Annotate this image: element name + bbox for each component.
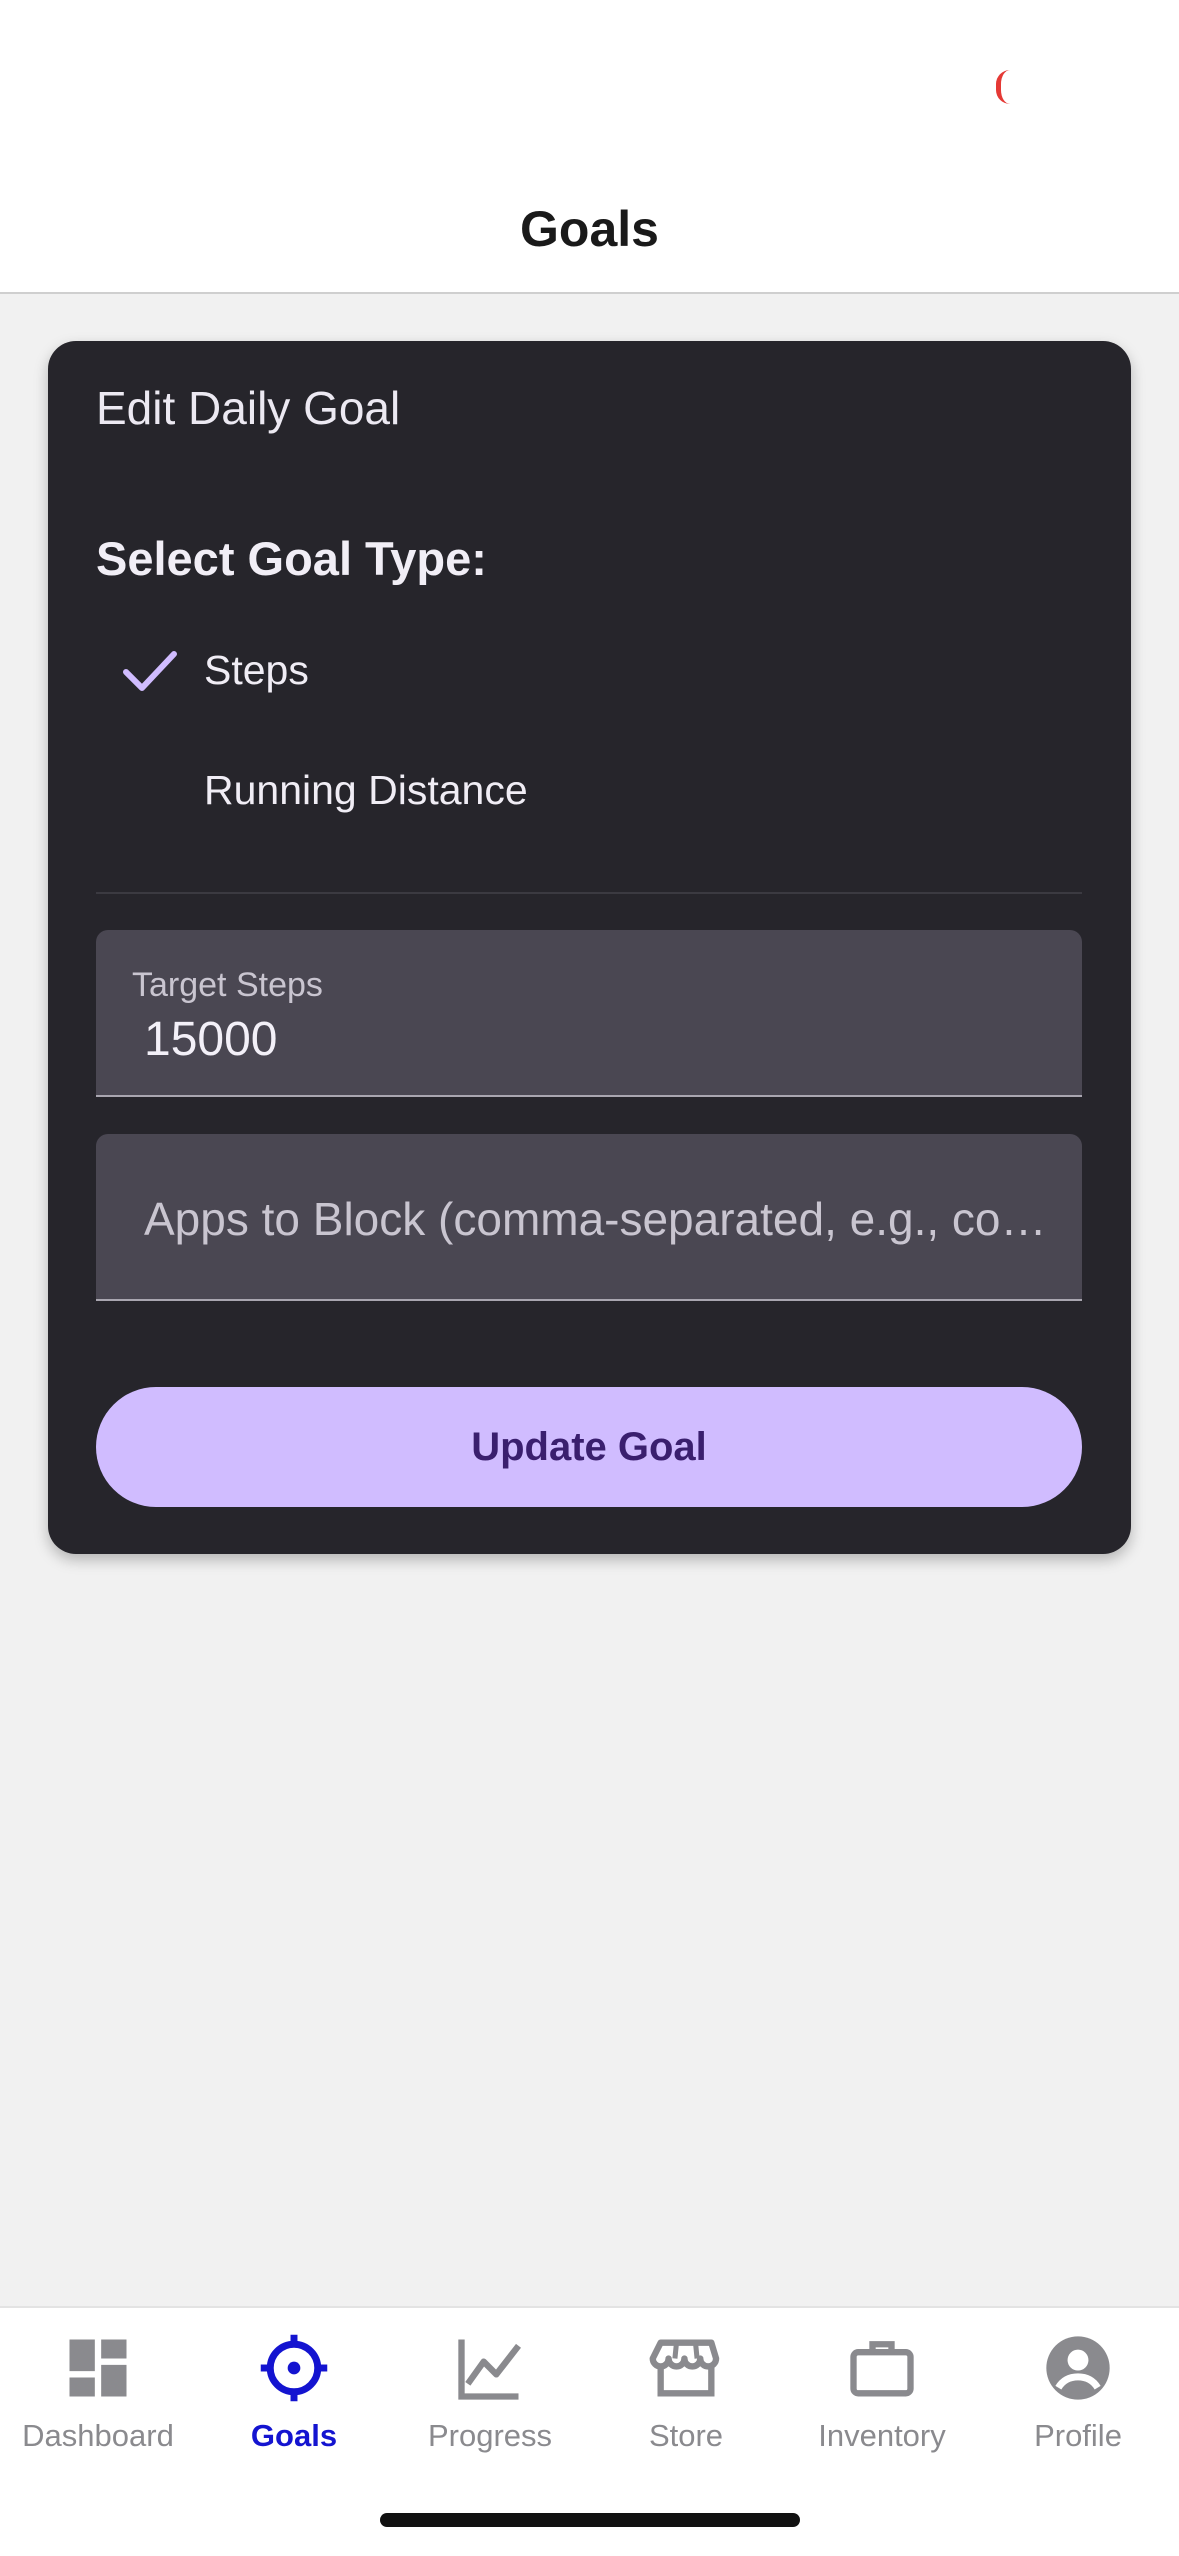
account-icon [1040,2330,1116,2406]
nav-label: Profile [1034,2418,1122,2453]
crosshair-icon [256,2330,332,2406]
nav-item-dashboard[interactable]: Dashboard [0,2330,196,2480]
goal-type-label: Select Goal Type: [96,532,487,585]
target-steps-label: Target Steps [132,966,323,1004]
nav-label: Store [648,2418,724,2453]
option-label: Steps [204,646,309,693]
briefcase-icon [844,2330,920,2406]
option-check-placeholder [96,735,204,845]
top-app-bar: Goals [0,0,1179,294]
dashboard-icon [60,2330,136,2406]
nav-label: Dashboard [22,2418,174,2453]
home-indicator[interactable] [380,2513,800,2527]
nav-item-profile[interactable]: Profile [980,2330,1176,2480]
apps-to-block-field[interactable]: Apps to Block (comma-separated, e.g., co… [96,1134,1082,1301]
nav-label: Goals [250,2418,338,2453]
nav-label: Inventory [818,2418,946,2453]
nav-label: Progress [427,2418,553,2453]
target-steps-value[interactable]: 15000 [144,1012,277,1067]
nav-item-progress[interactable]: Progress [392,2330,588,2480]
checkmark-icon [96,615,204,725]
goal-type-option-steps[interactable]: Steps [96,615,1076,725]
chart-icon [452,2330,528,2406]
nav-item-inventory[interactable]: Inventory [784,2330,980,2480]
card-title: Edit Daily Goal [96,382,401,434]
nav-item-store[interactable]: Store [588,2330,784,2480]
page-title: Goals [520,201,659,257]
status-indicator-icon [996,70,1010,104]
apps-to-block-placeholder[interactable]: Apps to Block (comma-separated, e.g., co… [144,1192,1064,1246]
edit-goal-card: Edit Daily Goal Select Goal Type: Steps … [48,341,1131,1554]
nav-item-goals[interactable]: Goals [196,2330,392,2480]
update-goal-button[interactable]: Update Goal [96,1387,1082,1507]
store-icon [648,2330,724,2406]
divider [96,892,1082,894]
target-steps-field[interactable]: Target Steps 15000 [96,930,1082,1097]
option-label: Running Distance [204,766,528,813]
goal-type-option-running-distance[interactable]: Running Distance [96,735,1076,845]
